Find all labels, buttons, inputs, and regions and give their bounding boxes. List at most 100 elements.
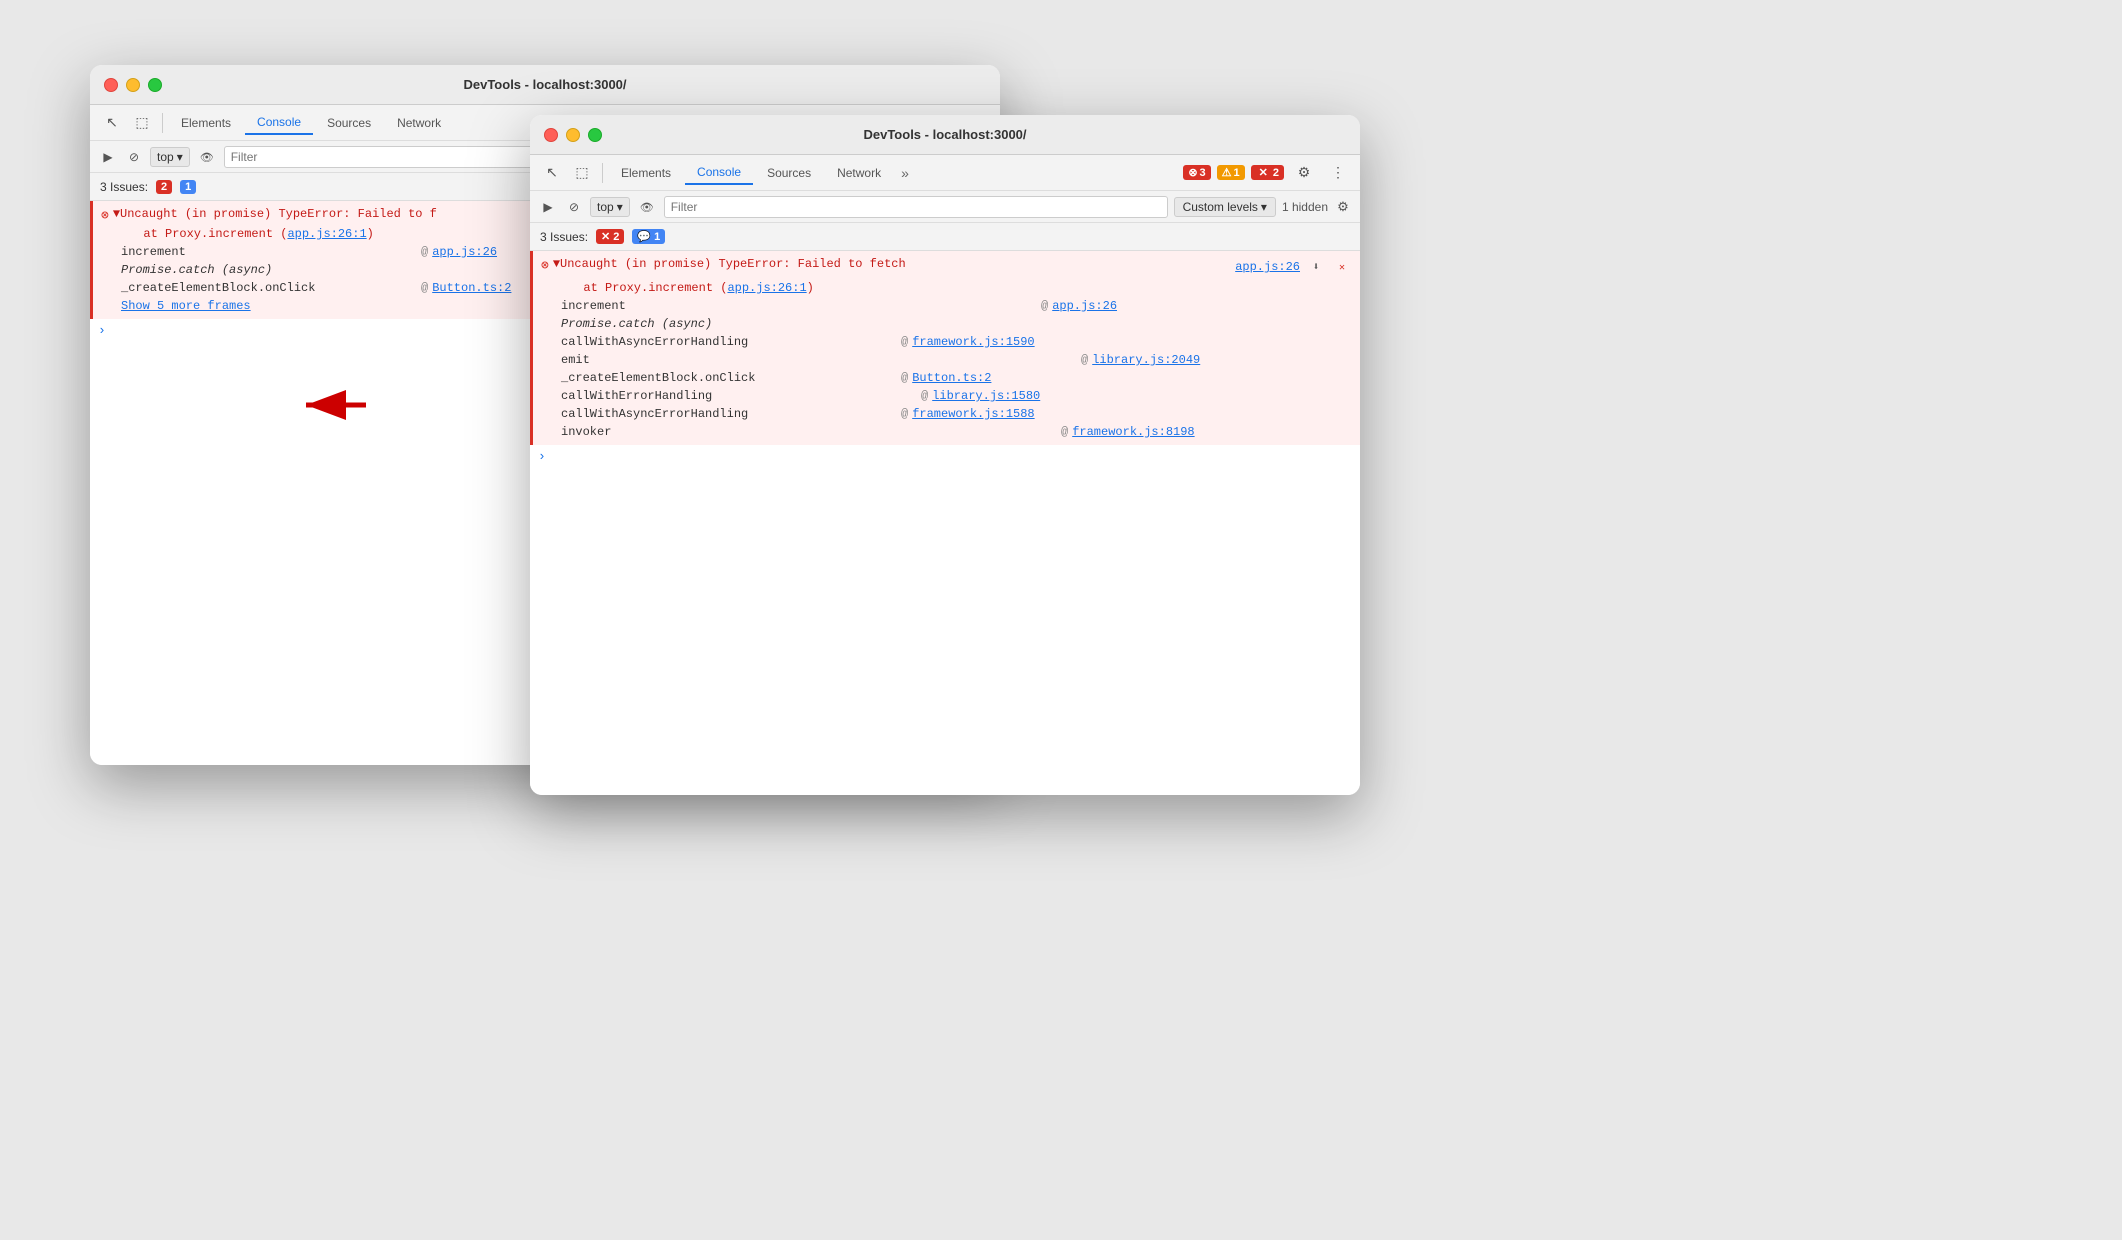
top-selector-1[interactable]: top <box>150 147 190 167</box>
stack-callwith-1-2: callWithAsyncErrorHandling @ framework.j… <box>533 333 1360 351</box>
fn-callwith-err-2: callWithErrorHandling <box>561 389 861 403</box>
window-title-2: DevTools - localhost:3000/ <box>863 127 1026 142</box>
error-circle-icon-2: ⊗ <box>541 258 549 273</box>
title-bar-2: DevTools - localhost:3000/ <box>530 115 1360 155</box>
custom-levels-label-2: Custom levels <box>1183 200 1258 214</box>
custom-levels-btn-2[interactable]: Custom levels <box>1174 197 1276 217</box>
maximize-button-1[interactable] <box>148 78 162 92</box>
console-toolbar-2: top Custom levels 1 hidden <box>530 191 1360 223</box>
issues-label-1: 3 Issues: <box>100 180 148 194</box>
fn-create-1: _createElementBlock.onClick <box>121 281 421 295</box>
link-callwith-err-2[interactable]: library.js:1580 <box>932 389 1040 403</box>
stop-icon-2 <box>569 200 579 214</box>
link-create-2[interactable]: Button.ts:2 <box>912 371 991 385</box>
traffic-lights-1 <box>104 78 162 92</box>
settings-icon-2[interactable] <box>1334 198 1352 216</box>
eye-btn-1[interactable] <box>196 146 218 168</box>
proxy-text-2: at Proxy.increment (app.js:26:1) <box>569 281 814 295</box>
minimize-button-2[interactable] <box>566 128 580 142</box>
tb-blue-icon-2: ✕ <box>1256 166 1271 179</box>
fn-promise-2: Promise.catch (async) <box>561 317 861 331</box>
at-create-2: @ <box>901 371 908 385</box>
minimize-button-1[interactable] <box>126 78 140 92</box>
side-link-2[interactable]: app.js:26 <box>1235 260 1300 274</box>
tab-elements-2[interactable]: Elements <box>609 162 683 184</box>
close-x-icon-2[interactable] <box>1332 257 1352 277</box>
inspect-icon-1[interactable] <box>128 109 156 137</box>
settings-glyph-2 <box>1337 199 1349 215</box>
msg-badge-2[interactable]: 💬 1 <box>632 229 665 244</box>
link-increment-2[interactable]: app.js:26 <box>1052 299 1117 313</box>
close-button-1[interactable] <box>104 78 118 92</box>
toolbar-right-2: ⊗ 3 ⚠ 1 ✕ 2 <box>1183 159 1352 187</box>
tab-console-2[interactable]: Console <box>685 161 753 185</box>
tb-blue-badge-2: ✕ 2 <box>1251 165 1284 180</box>
title-bar-1: DevTools - localhost:3000/ <box>90 65 1000 105</box>
error-actions-2: app.js:26 <box>1235 257 1352 277</box>
gear-glyph-2 <box>1298 164 1311 181</box>
proxy-link-2[interactable]: app.js:26:1 <box>727 281 806 295</box>
fn-emit-2: emit <box>561 353 861 367</box>
error-badge-1[interactable]: 2 <box>156 180 172 194</box>
msg-badge-1[interactable]: 1 <box>180 180 196 194</box>
close-button-2[interactable] <box>544 128 558 142</box>
error-badge-2[interactable]: ✕ 2 <box>596 229 624 244</box>
stop-btn-1[interactable] <box>124 147 144 167</box>
link-invoker-2[interactable]: framework.js:8198 <box>1072 425 1194 439</box>
error-circle-icon-1: ⊗ <box>101 208 109 223</box>
tab-network-2[interactable]: Network <box>825 162 893 184</box>
more-icon-2[interactable] <box>1324 159 1352 187</box>
eye-btn-2[interactable] <box>636 196 658 218</box>
fn-promise-1: Promise.catch (async) <box>121 263 421 277</box>
cursor-icon-2[interactable] <box>538 159 566 187</box>
tab-console-1[interactable]: Console <box>245 111 313 135</box>
link-callwith-2-2[interactable]: framework.js:1588 <box>912 407 1034 421</box>
tab-elements-1[interactable]: Elements <box>169 112 243 134</box>
at-callwith-err-2: @ <box>921 389 928 403</box>
inspect-glyph-1 <box>135 114 148 131</box>
link-create-1[interactable]: Button.ts:2 <box>432 281 511 295</box>
error-main-text-2: ▼Uncaught (in promise) TypeError: Failed… <box>553 257 906 271</box>
gear-icon-2[interactable] <box>1290 159 1318 187</box>
devtools-window-2: DevTools - localhost:3000/ Elements Cons… <box>530 115 1360 795</box>
download-glyph-2 <box>1313 260 1320 274</box>
error-count-2: 2 <box>613 231 619 243</box>
proxy-link-1[interactable]: app.js:26:1 <box>287 227 366 241</box>
tb-error-badge-2: ⊗ 3 <box>1183 165 1210 180</box>
tab-sources-2[interactable]: Sources <box>755 162 823 184</box>
filter-input-2[interactable] <box>664 196 1168 218</box>
at-increment-2: @ <box>1041 299 1048 313</box>
sep-2 <box>602 163 603 183</box>
tab-sources-1[interactable]: Sources <box>315 112 383 134</box>
top-selector-2[interactable]: top <box>590 197 630 217</box>
at-invoker-2: @ <box>1061 425 1068 439</box>
at-callwith-1-2: @ <box>901 335 908 349</box>
play-btn-2[interactable] <box>538 197 558 217</box>
cursor-icon-1[interactable] <box>98 109 126 137</box>
tab-network-1[interactable]: Network <box>385 112 453 134</box>
error-header-line-2: ⊗ ▼Uncaught (in promise) TypeError: Fail… <box>533 255 1360 279</box>
error-block-2: ⊗ ▼Uncaught (in promise) TypeError: Fail… <box>530 251 1360 445</box>
play-btn-1[interactable] <box>98 147 118 167</box>
link-emit-2[interactable]: library.js:2049 <box>1092 353 1200 367</box>
chevron-prompt-icon-1: › <box>98 323 106 338</box>
maximize-button-2[interactable] <box>588 128 602 142</box>
download-icon-2[interactable] <box>1306 257 1326 277</box>
inspect-icon-2[interactable] <box>568 159 596 187</box>
chevron-down-icon-1 <box>177 150 183 164</box>
tb-warn-count-2: 1 <box>1234 167 1240 179</box>
stop-btn-2[interactable] <box>564 197 584 217</box>
top-label-1: top <box>157 150 174 164</box>
more-tabs-icon-2[interactable]: » <box>895 161 915 185</box>
tb-blue-count-2: 2 <box>1273 167 1279 179</box>
link-callwith-1-2[interactable]: framework.js:1590 <box>912 335 1034 349</box>
link-increment-1[interactable]: app.js:26 <box>432 245 497 259</box>
issues-label-2: 3 Issues: <box>540 230 588 244</box>
stop-icon-1 <box>129 150 139 164</box>
error-main-text-1: ▼Uncaught (in promise) TypeError: Failed… <box>113 207 437 221</box>
eye-icon-1 <box>200 148 214 166</box>
hidden-count-2: 1 hidden <box>1282 200 1328 214</box>
issues-bar-2: 3 Issues: ✕ 2 💬 1 <box>530 223 1360 251</box>
msg-count-1: 1 <box>185 181 191 193</box>
at-callwith-2-2: @ <box>901 407 908 421</box>
